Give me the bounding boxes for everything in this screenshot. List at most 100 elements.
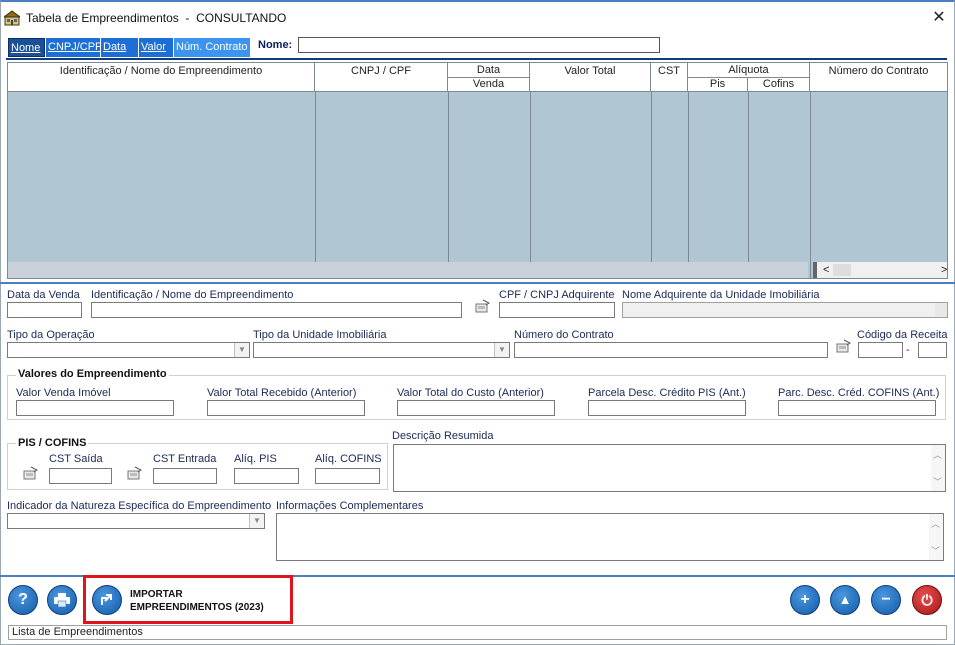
col-header-cofins: Cofins <box>748 77 809 91</box>
descricao-textarea[interactable]: ︿ ﹀ <box>393 444 946 492</box>
informacoes-textarea[interactable]: ︿ ﹀ <box>276 513 944 561</box>
vertical-scrollbar[interactable]: ︿ ﹀ <box>931 445 945 491</box>
cst-saida-label: CST Saída <box>49 453 103 465</box>
col-header-numero-contrato[interactable]: Número do Contrato <box>810 63 947 92</box>
col-header-data-venda: Venda <box>448 77 529 91</box>
col-header-pis: Pis <box>688 77 748 91</box>
search-name-label: Nome: <box>258 39 293 51</box>
help-button[interactable]: ? <box>8 585 38 615</box>
valor-total-recebido-input[interactable] <box>207 400 365 416</box>
indicador-label: Indicador da Natureza Específica do Empr… <box>7 500 272 512</box>
parc-cofins-input[interactable] <box>778 400 936 416</box>
identificacao-label: Identificação / Nome do Empreendimento <box>91 289 294 301</box>
data-venda-input[interactable] <box>7 302 82 318</box>
valor-total-custo-input[interactable] <box>397 400 555 416</box>
column-divider <box>530 92 531 278</box>
lookup-icon[interactable] <box>22 466 39 480</box>
valores-group-title: Valores do Empreendimento <box>16 368 169 380</box>
scroll-down-icon[interactable]: ﹀ <box>931 544 940 557</box>
triangle-up-icon: ▲ <box>838 592 852 607</box>
column-divider <box>448 92 449 278</box>
aliq-cofins-label: Alíq. COFINS <box>315 453 382 465</box>
codigo-receita-separator: - <box>906 344 910 356</box>
chevron-down-icon[interactable]: ▼ <box>249 514 264 528</box>
col-header-cnpj[interactable]: CNPJ / CPF <box>315 63 448 92</box>
exit-button[interactable]: ⏻ <box>912 585 942 615</box>
import-button-label[interactable]: IMPORTAR EMPREENDIMENTOS (2023) <box>130 588 264 614</box>
col-header-data[interactable]: Data Venda <box>448 63 530 92</box>
scroll-up-icon[interactable]: ︿ <box>931 517 940 530</box>
valor-venda-input[interactable] <box>16 400 174 416</box>
tab-num-contrato[interactable]: Núm. Contrato <box>174 38 250 57</box>
add-button[interactable]: + <box>790 585 820 615</box>
vertical-scrollbar[interactable]: ︿ ﹀ <box>929 514 943 560</box>
scrollbar-thumb[interactable] <box>833 264 851 276</box>
import-icon <box>101 594 112 605</box>
pis-cofins-group-title: PIS / COFINS <box>16 437 89 449</box>
codigo-receita-suffix-input[interactable] <box>918 342 947 358</box>
col-header-cst[interactable]: CST <box>651 63 688 92</box>
plus-icon: + <box>800 591 810 608</box>
tipo-unidade-select[interactable]: ▼ <box>253 342 510 358</box>
table-header: Identificação / Nome do Empreendimento C… <box>8 63 947 92</box>
cpf-cnpj-adquirente-label: CPF / CNPJ Adquirente <box>499 289 615 301</box>
parcela-pis-label: Parcela Desc. Crédito PIS (Ant.) <box>588 387 746 399</box>
cst-entrada-label: CST Entrada <box>153 453 217 465</box>
numero-contrato-input[interactable] <box>514 342 828 358</box>
window-title: Tabela de Empreendimentos - CONSULTANDO <box>26 11 287 25</box>
scroll-left-icon[interactable]: < <box>823 262 829 278</box>
close-button[interactable]: ✕ <box>930 9 948 27</box>
identificacao-input[interactable] <box>91 302 462 318</box>
building-icon <box>4 10 20 26</box>
column-divider <box>315 92 316 278</box>
field-scroll-icon <box>935 303 947 317</box>
numero-contrato-label: Número do Contrato <box>514 329 614 341</box>
cst-entrada-input[interactable] <box>153 468 217 484</box>
scroll-right-icon[interactable]: > <box>941 262 947 278</box>
indicador-select[interactable]: ▼ <box>7 513 265 529</box>
valor-total-custo-label: Valor Total do Custo (Anterior) <box>397 387 544 399</box>
lookup-icon[interactable] <box>126 466 143 480</box>
horizontal-scrollbar[interactable]: < > <box>813 262 947 278</box>
edit-button[interactable]: ▲ <box>830 585 860 615</box>
column-divider <box>651 92 652 278</box>
column-divider <box>748 92 749 278</box>
nome-adquirente-label: Nome Adquirente da Unidade Imobiliária <box>622 289 820 301</box>
tipo-operacao-select[interactable]: ▼ <box>7 342 250 358</box>
cst-saida-input[interactable] <box>49 468 112 484</box>
power-icon: ⏻ <box>921 592 933 608</box>
lookup-icon[interactable] <box>474 299 491 313</box>
cpf-cnpj-adquirente-input[interactable] <box>499 302 615 318</box>
parcela-pis-input[interactable] <box>588 400 746 416</box>
codigo-receita-label: Código da Receita <box>857 329 948 341</box>
tab-valor[interactable]: Valor <box>139 38 173 57</box>
col-header-aliquota[interactable]: Alíquota Pis Cofins <box>688 63 810 92</box>
status-bar: Lista de Empreendimentos <box>8 625 947 640</box>
print-button[interactable] <box>47 585 77 615</box>
chevron-down-icon[interactable]: ▼ <box>494 343 509 357</box>
col-header-identificacao[interactable]: Identificação / Nome do Empreendimento <box>8 63 315 92</box>
aliq-pis-input[interactable] <box>234 468 299 484</box>
chevron-down-icon[interactable]: ▼ <box>234 343 249 357</box>
minus-icon: − <box>881 591 891 608</box>
search-name-input[interactable] <box>298 37 660 53</box>
column-divider <box>688 92 689 278</box>
tab-cnpj-cpf[interactable]: CNPJ/CPF <box>46 38 102 57</box>
col-header-valor-total[interactable]: Valor Total <box>530 63 651 92</box>
printer-icon <box>54 593 70 608</box>
import-button[interactable] <box>92 585 122 615</box>
remove-button[interactable]: − <box>871 585 901 615</box>
help-icon: ? <box>18 591 28 608</box>
informacoes-label: Informações Complementares <box>276 500 424 512</box>
scroll-down-icon[interactable]: ﹀ <box>933 475 942 488</box>
column-divider <box>810 92 811 278</box>
codigo-receita-input[interactable] <box>858 342 903 358</box>
aliq-cofins-input[interactable] <box>315 468 380 484</box>
descricao-label: Descrição Resumida <box>392 430 494 442</box>
tab-nome[interactable]: Nome <box>8 38 45 57</box>
lookup-icon[interactable] <box>835 339 852 353</box>
tab-data[interactable]: Data <box>101 38 138 57</box>
empreendimentos-table[interactable]: Identificação / Nome do Empreendimento C… <box>7 62 948 279</box>
scroll-up-icon[interactable]: ︿ <box>933 448 942 461</box>
valor-total-recebido-label: Valor Total Recebido (Anterior) <box>207 387 357 399</box>
